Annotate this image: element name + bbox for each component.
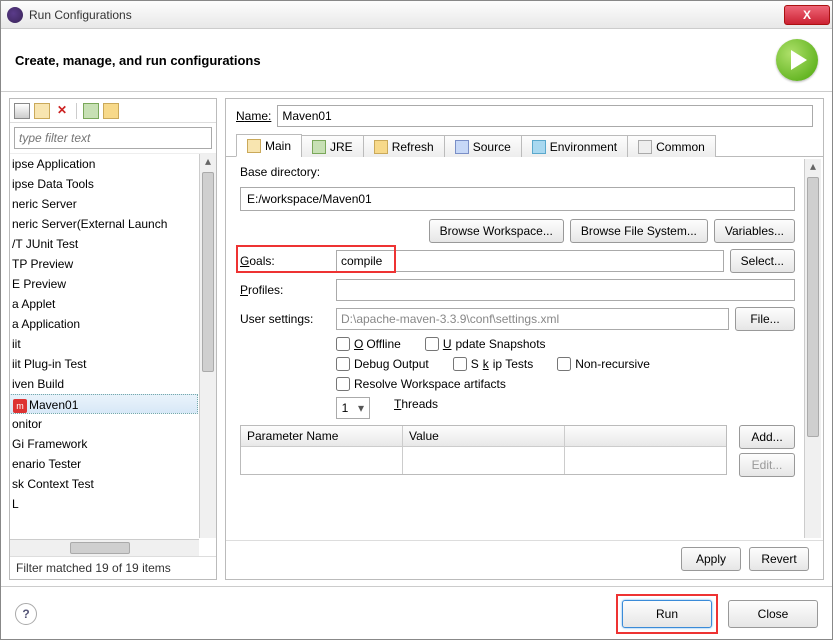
update-snapshots-checkbox[interactable]: Update Snapshots <box>425 337 546 351</box>
tab-jre[interactable]: JRE <box>301 135 364 157</box>
maven-icon: m <box>13 399 27 413</box>
filter-status: Filter matched 19 of 19 items <box>10 556 216 579</box>
tree-item[interactable]: a Applet <box>10 294 198 314</box>
tab-environment[interactable]: Environment <box>521 135 628 157</box>
profiles-label: Profiles: <box>240 283 330 297</box>
offline-label: Offline <box>366 337 400 351</box>
apply-button[interactable]: Apply <box>681 547 741 571</box>
refresh-tab-icon <box>374 140 388 154</box>
select-goals-button[interactable]: Select... <box>730 249 795 273</box>
main-tab-panel: Base directory: E:/workspace/Maven01 Bro… <box>226 157 823 540</box>
tree-item[interactable]: iven Build <box>10 374 198 394</box>
tree-item[interactable]: sk Context Test <box>10 474 198 494</box>
threads-spinner[interactable]: 1▾ <box>336 397 370 419</box>
add-param-button[interactable]: Add... <box>739 425 795 449</box>
user-settings-label: User settings: <box>240 312 330 326</box>
non-recursive-label: Non-recursive <box>575 357 650 371</box>
debug-output-checkbox[interactable]: Debug Output <box>336 357 429 371</box>
expand-all-icon[interactable] <box>83 103 99 119</box>
base-dir-label: Base directory: <box>240 165 795 179</box>
goals-input[interactable] <box>336 250 724 272</box>
file-button[interactable]: File... <box>735 307 795 331</box>
revert-button[interactable]: Revert <box>749 547 809 571</box>
skip-tests-checkbox[interactable]: Skip Tests <box>453 357 533 371</box>
jre-tab-icon <box>312 140 326 154</box>
form-vscrollbar[interactable]: ▴ <box>804 159 821 538</box>
help-button[interactable]: ? <box>15 603 37 625</box>
run-highlight: Run <box>616 594 718 634</box>
window-close-button[interactable]: X <box>784 5 830 25</box>
close-button[interactable]: Close <box>728 600 818 628</box>
toolbar-separator <box>76 103 77 119</box>
user-settings-input[interactable] <box>336 308 729 330</box>
profiles-input[interactable] <box>336 279 795 301</box>
filter-input[interactable] <box>14 127 212 149</box>
tree-item[interactable]: mMaven01 <box>10 394 198 414</box>
offline-checkbox[interactable]: OOffline <box>336 337 401 351</box>
config-editor: Name: MainJRERefreshSourceEnvironmentCom… <box>225 98 824 580</box>
parameters-table[interactable]: Parameter Name Value <box>240 425 727 475</box>
tree-item[interactable]: ipse Data Tools <box>10 174 198 194</box>
browse-filesystem-button[interactable]: Browse File System... <box>570 219 708 243</box>
tree-item[interactable]: onitor <box>10 414 198 434</box>
duplicate-config-icon[interactable] <box>34 103 50 119</box>
collapse-all-icon[interactable] <box>103 103 119 119</box>
header-title: Create, manage, and run configurations <box>15 53 776 68</box>
tree-item[interactable]: iit Plug-in Test <box>10 354 198 374</box>
param-value-header: Value <box>403 426 564 447</box>
base-dir-value[interactable]: E:/workspace/Maven01 <box>240 187 795 211</box>
config-tree[interactable]: ipse Applicationipse Data Toolsneric Ser… <box>10 153 216 556</box>
run-icon <box>776 39 818 81</box>
name-label: Name: <box>236 109 271 123</box>
main-tab-icon <box>247 139 261 153</box>
tree-item[interactable]: ipse Application <box>10 154 198 174</box>
threads-value: 1 <box>337 401 353 415</box>
tab-main[interactable]: Main <box>236 134 302 157</box>
resolve-workspace-checkbox[interactable]: Resolve Workspace artifacts <box>336 377 506 391</box>
tree-vscrollbar[interactable]: ▴ <box>199 154 216 538</box>
common-tab-icon <box>638 140 652 154</box>
window-title: Run Configurations <box>29 8 784 22</box>
tree-hscrollbar[interactable] <box>10 539 199 556</box>
eclipse-icon <box>7 7 23 23</box>
tree-item[interactable]: a Application <box>10 314 198 334</box>
configurations-panel: ✕ ipse Applicationipse Data Toolsneric S… <box>9 98 217 580</box>
new-config-icon[interactable] <box>14 103 30 119</box>
tree-item[interactable]: Gi Framework <box>10 434 198 454</box>
goals-label: Goals: <box>240 254 330 268</box>
variables-button[interactable]: Variables... <box>714 219 795 243</box>
tree-item[interactable]: E Preview <box>10 274 198 294</box>
scroll-up-icon[interactable]: ▴ <box>200 154 216 171</box>
tree-item[interactable]: iit <box>10 334 198 354</box>
tab-common[interactable]: Common <box>627 135 716 157</box>
scroll-thumb[interactable] <box>202 172 214 372</box>
hscroll-thumb[interactable] <box>70 542 130 554</box>
delete-config-icon[interactable]: ✕ <box>54 103 70 119</box>
tab-refresh[interactable]: Refresh <box>363 135 445 157</box>
tree-item[interactable]: L <box>10 494 198 514</box>
name-input[interactable] <box>277 105 813 127</box>
source-tab-icon <box>455 140 469 154</box>
tab-bar: MainJRERefreshSourceEnvironmentCommon <box>226 131 823 157</box>
titlebar: Run Configurations X <box>1 1 832 29</box>
resolve-ws-label: Resolve Workspace artifacts <box>354 377 506 391</box>
dialog-footer: ? Run Close <box>1 586 832 640</box>
tree-item[interactable]: enario Tester <box>10 454 198 474</box>
edit-param-button: Edit... <box>739 453 795 477</box>
run-button[interactable]: Run <box>622 600 712 628</box>
dialog-header: Create, manage, and run configurations <box>1 29 832 92</box>
tab-source[interactable]: Source <box>444 135 522 157</box>
environment-tab-icon <box>532 140 546 154</box>
tree-item[interactable]: neric Server <box>10 194 198 214</box>
param-name-header: Parameter Name <box>241 426 402 447</box>
left-toolbar: ✕ <box>10 99 216 123</box>
browse-workspace-button[interactable]: Browse Workspace... <box>429 219 564 243</box>
tree-item[interactable]: neric Server(External Launch <box>10 214 198 234</box>
threads-label: Threads <box>394 397 438 419</box>
tree-item[interactable]: TP Preview <box>10 254 198 274</box>
debug-output-label: Debug Output <box>354 357 429 371</box>
non-recursive-checkbox[interactable]: Non-recursive <box>557 357 650 371</box>
tree-item[interactable]: /T JUnit Test <box>10 234 198 254</box>
